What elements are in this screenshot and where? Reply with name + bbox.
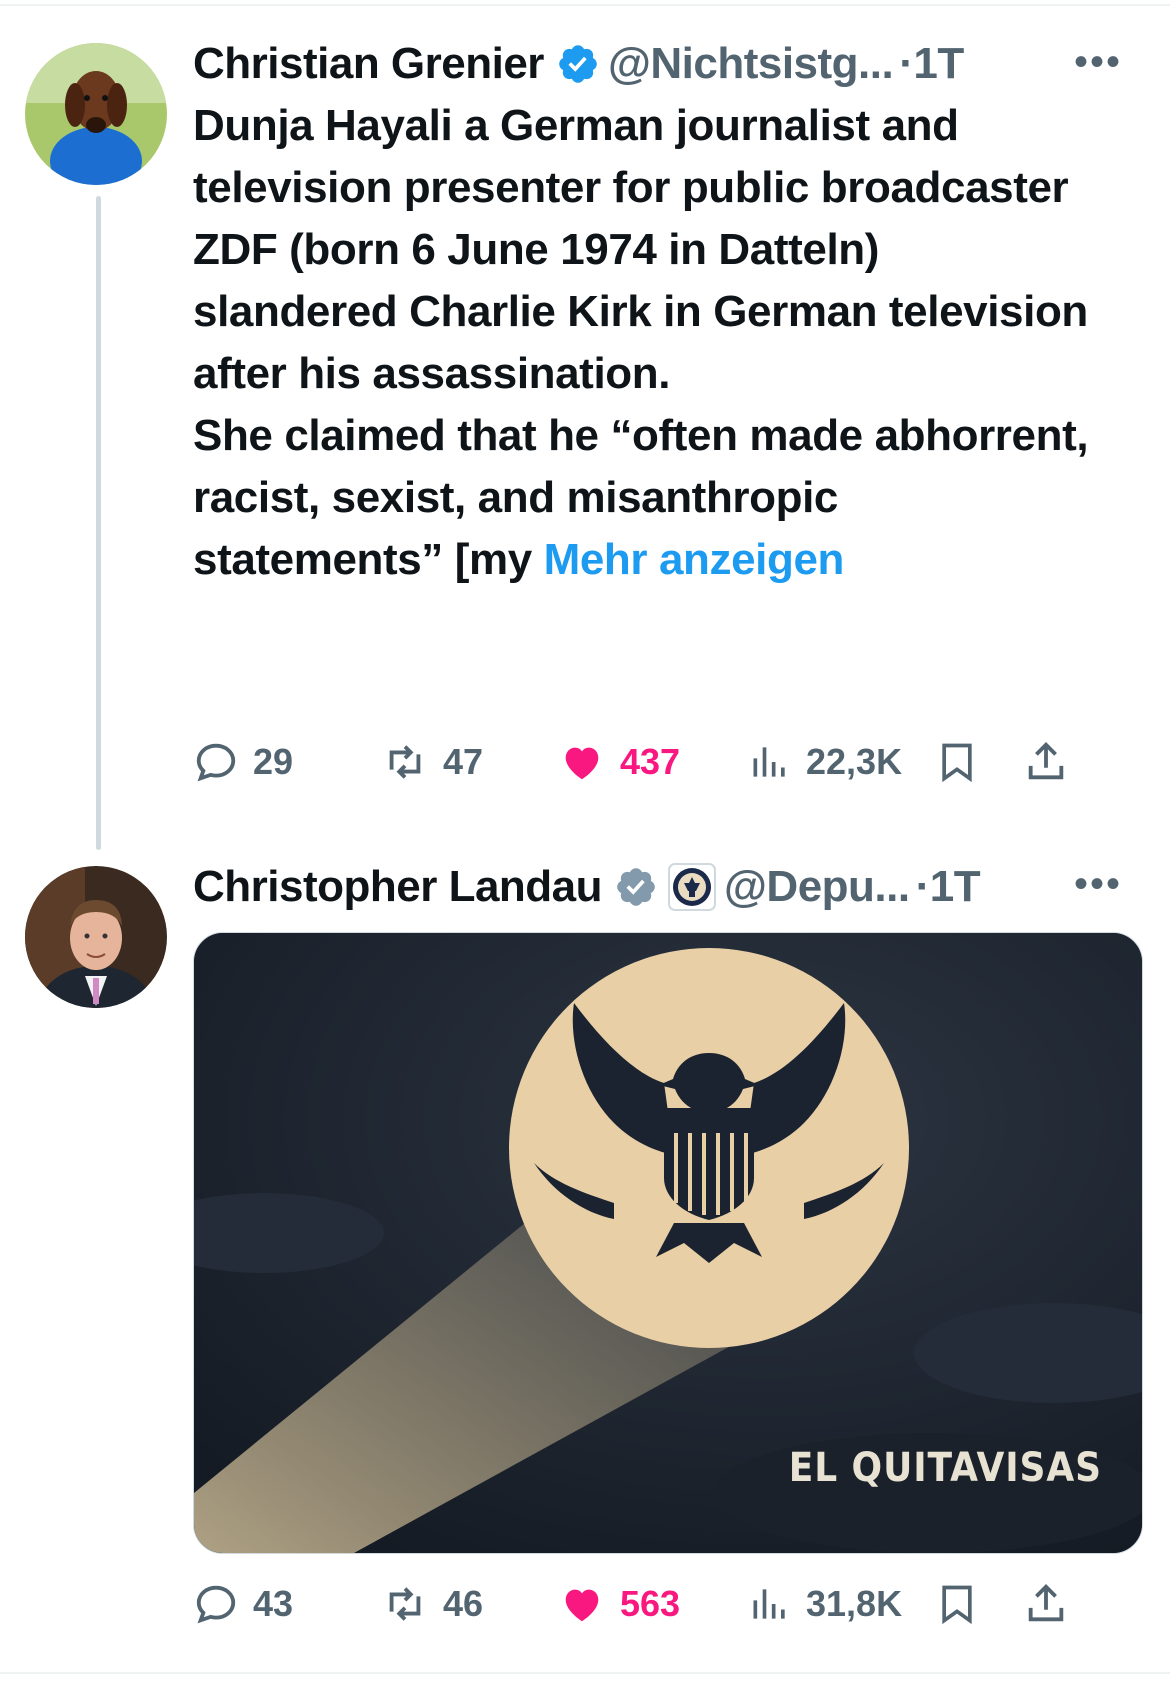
repost-icon [389, 1587, 421, 1621]
avatar-christian-grenier[interactable] [25, 43, 167, 185]
views-button[interactable]: 22,3K [748, 732, 902, 792]
reply-count: 29 [253, 741, 294, 782]
show-more-link[interactable]: Mehr anzeigen [544, 535, 845, 584]
state-seal-icon [668, 863, 717, 911]
reply-icon [196, 743, 236, 782]
views-count: 22,3K [806, 741, 903, 782]
share-icon [1028, 1584, 1064, 1622]
more-icon[interactable]: ••• [1074, 862, 1122, 907]
reply-icon [196, 1585, 236, 1624]
reply-count: 43 [253, 1583, 294, 1624]
tweet-time[interactable]: ·1T [916, 862, 981, 912]
tweet-actions: 43 46 563 31,8K [193, 1574, 1143, 1634]
tweet-actions: 29 47 437 22,3K [193, 732, 1143, 792]
bookmark-icon [942, 1585, 972, 1625]
views-button[interactable]: 31,8K [748, 1574, 902, 1634]
views-icon [753, 1589, 785, 1619]
author-handle[interactable]: @Depu... [724, 862, 910, 912]
more-icon[interactable]: ••• [1074, 40, 1122, 85]
like-count: 437 [620, 741, 681, 782]
views-icon [753, 747, 785, 777]
share-button[interactable] [1023, 1574, 1083, 1634]
like-button[interactable]: 437 [558, 732, 680, 792]
share-icon [1028, 742, 1064, 780]
tweet-body: Dunja Hayali a German journalist and tel… [193, 101, 1089, 584]
repost-count: 46 [443, 1583, 484, 1624]
thread-connector-line [96, 196, 101, 850]
tweet-media-image[interactable]: EL QUITAVISAS [193, 932, 1143, 1554]
like-count: 563 [620, 1583, 681, 1624]
tweet-text: Dunja Hayali a German journalist and tel… [193, 95, 1093, 591]
like-button[interactable]: 563 [558, 1574, 680, 1634]
reply-button[interactable]: 43 [193, 1574, 293, 1634]
tweet-time[interactable]: ·1T [899, 39, 964, 89]
heart-icon [565, 1589, 599, 1622]
repost-count: 47 [443, 741, 484, 782]
author-handle[interactable]: @Nichtsistg... [608, 39, 894, 89]
repost-button[interactable]: 47 [381, 732, 483, 792]
bottom-divider [0, 1672, 1170, 1674]
bookmark-icon [942, 743, 972, 783]
bookmark-button[interactable] [935, 1574, 993, 1634]
repost-icon [389, 745, 421, 779]
verified-icon [556, 42, 600, 86]
repost-button[interactable]: 46 [381, 1574, 483, 1634]
author-name[interactable]: Christian Grenier [193, 39, 544, 89]
views-count: 31,8K [806, 1583, 903, 1624]
media-caption: EL QUITAVISAS [788, 1445, 1102, 1491]
bookmark-button[interactable] [935, 732, 993, 792]
author-name[interactable]: Christopher Landau [193, 862, 603, 912]
avatar-christopher-landau[interactable] [25, 866, 167, 1008]
heart-icon [565, 747, 599, 780]
share-button[interactable] [1023, 732, 1083, 792]
verified-icon [614, 865, 658, 909]
top-divider [0, 4, 1170, 6]
tweet-header: Christopher Landau @Depu... ·1T [193, 857, 981, 917]
tweet-header: Christian Grenier @Nichtsistg... ·1T [193, 34, 964, 94]
reply-button[interactable]: 29 [193, 732, 293, 792]
